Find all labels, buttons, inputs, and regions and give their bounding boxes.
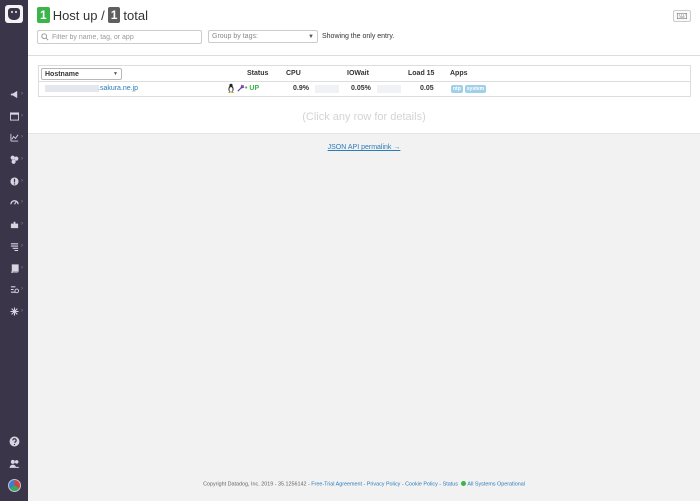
page-header: 1 Host up / 1 total Group by tags: ▼ Sho… (28, 0, 700, 56)
chevron-right-icon: › (21, 178, 23, 184)
search-input[interactable] (52, 33, 197, 41)
sidebar: › › › › › › › › › › › (0, 0, 28, 501)
iowait-value: 0.05% (351, 85, 371, 92)
column-load15[interactable]: Load 15 (408, 70, 434, 77)
status-dot-icon (461, 481, 467, 486)
integrations-icon (10, 220, 19, 229)
sidebar-item-metrics[interactable]: › (0, 130, 28, 146)
logs-icon (10, 242, 19, 251)
column-cpu[interactable]: CPU (286, 70, 301, 77)
sidebar-item-dashboards[interactable]: › (0, 109, 28, 125)
sidebar-item-integrations[interactable]: › (0, 217, 28, 233)
footer: Copyright Datadog, Inc. 2019 - 35.125614… (203, 481, 525, 488)
monitors-icon (10, 177, 19, 186)
avatar[interactable] (8, 479, 21, 492)
sidebar-item-infrastructure[interactable]: › (0, 152, 28, 168)
load15-value: 0.05 (420, 85, 434, 92)
copyright-text: Copyright Datadog, Inc. 2019 - 35.125614… (203, 481, 310, 488)
column-status[interactable]: Status (247, 70, 268, 77)
help-icon[interactable] (9, 436, 20, 447)
app-tag-system[interactable]: system (464, 85, 487, 93)
column-iowait[interactable]: IOWait (347, 70, 369, 77)
dropdown-arrow-icon: ▼ (308, 33, 314, 40)
chevron-right-icon: › (21, 91, 23, 97)
infrastructure-icon (10, 155, 19, 164)
cpu-bar (315, 85, 339, 93)
search-input-wrapper[interactable] (37, 30, 202, 44)
sidebar-item-apm[interactable]: › (0, 195, 28, 211)
chevron-right-icon: › (21, 221, 23, 227)
sidebar-item-logs[interactable]: › (0, 239, 28, 255)
title-end-text: total (123, 7, 148, 23)
team-icon[interactable] (9, 458, 20, 469)
title-middle-text: Host up / (52, 7, 105, 23)
column-apps[interactable]: Apps (450, 70, 468, 77)
main-content: 1 Host up / 1 total Group by tags: ▼ Sho… (28, 0, 700, 501)
table-header: Hostname ▼ Status CPU IOWait Load 15 App… (39, 66, 690, 82)
datadog-logo[interactable] (5, 5, 23, 23)
linux-icon (228, 83, 234, 93)
sidebar-item-monitors[interactable]: › (0, 174, 28, 190)
apm-icon (10, 198, 19, 207)
sidebar-item-notebooks[interactable]: › (0, 261, 28, 277)
synthetics-icon (10, 285, 19, 294)
chevron-right-icon: › (21, 243, 23, 249)
group-by-tags-select[interactable]: Group by tags: ▼ (208, 30, 318, 43)
notebooks-icon (10, 264, 19, 273)
total-count-badge: 1 (107, 7, 121, 23)
json-api-permalink[interactable]: JSON API permalink → (28, 144, 700, 151)
dropdown-arrow-icon: ▼ (113, 71, 118, 77)
hostname-link[interactable]: .sakura.ne.jp (98, 85, 138, 92)
keyboard-icon (677, 13, 687, 19)
click-hint: (Click any row for details) (302, 111, 426, 123)
os-icons (227, 83, 245, 93)
host-table-area: Hostname ▼ Status CPU IOWait Load 15 App… (28, 56, 700, 134)
chevron-right-icon: › (21, 199, 23, 205)
sidebar-item-synthetics[interactable]: › (0, 282, 28, 298)
keyboard-shortcuts-button[interactable] (673, 10, 691, 22)
systems-operational-link[interactable]: All Systems Operational (467, 481, 525, 487)
redacted-hostname (45, 85, 99, 92)
chevron-right-icon: › (21, 156, 23, 162)
sidebar-item-events[interactable]: › (0, 87, 28, 103)
chart-icon (10, 133, 19, 142)
chevron-right-icon: › (21, 113, 23, 119)
dashboard-icon (10, 112, 19, 121)
iowait-bar (377, 85, 401, 93)
megaphone-icon (10, 90, 19, 99)
chevron-right-icon: › (21, 265, 23, 271)
puppet-icon (237, 84, 245, 92)
security-icon (10, 307, 19, 316)
chevron-right-icon: › (21, 286, 23, 292)
sidebar-item-security[interactable]: › (0, 304, 28, 320)
group-by-placeholder: Group by tags: (212, 33, 258, 40)
chevron-right-icon: › (21, 134, 23, 140)
privacy-policy-link[interactable]: Privacy Policy (367, 481, 401, 487)
page-title: 1 Host up / 1 total (37, 7, 148, 23)
app-tag-ntp[interactable]: ntp (451, 85, 463, 93)
status-badge: • UP (245, 85, 260, 92)
up-count-badge: 1 (37, 7, 50, 23)
host-table: Hostname ▼ Status CPU IOWait Load 15 App… (38, 65, 691, 97)
hostname-sort-select[interactable]: Hostname ▼ (41, 68, 122, 80)
column-hostname: Hostname (45, 70, 79, 78)
dog-logo-icon (8, 8, 20, 20)
cookie-policy-link[interactable]: Cookie Policy (405, 481, 438, 487)
search-icon (41, 33, 49, 41)
table-row[interactable]: .sakura.ne.jp • UP 0.9% 0.05% 0.05 ntp s… (39, 82, 690, 96)
showing-text: Showing the only entry. (322, 33, 395, 40)
status-link[interactable]: Status (443, 481, 458, 487)
chevron-right-icon: › (21, 308, 23, 314)
cpu-value: 0.9% (293, 85, 309, 92)
free-trial-link[interactable]: Free-Trial Agreement (311, 481, 362, 487)
app-tags: ntp system (451, 85, 487, 93)
